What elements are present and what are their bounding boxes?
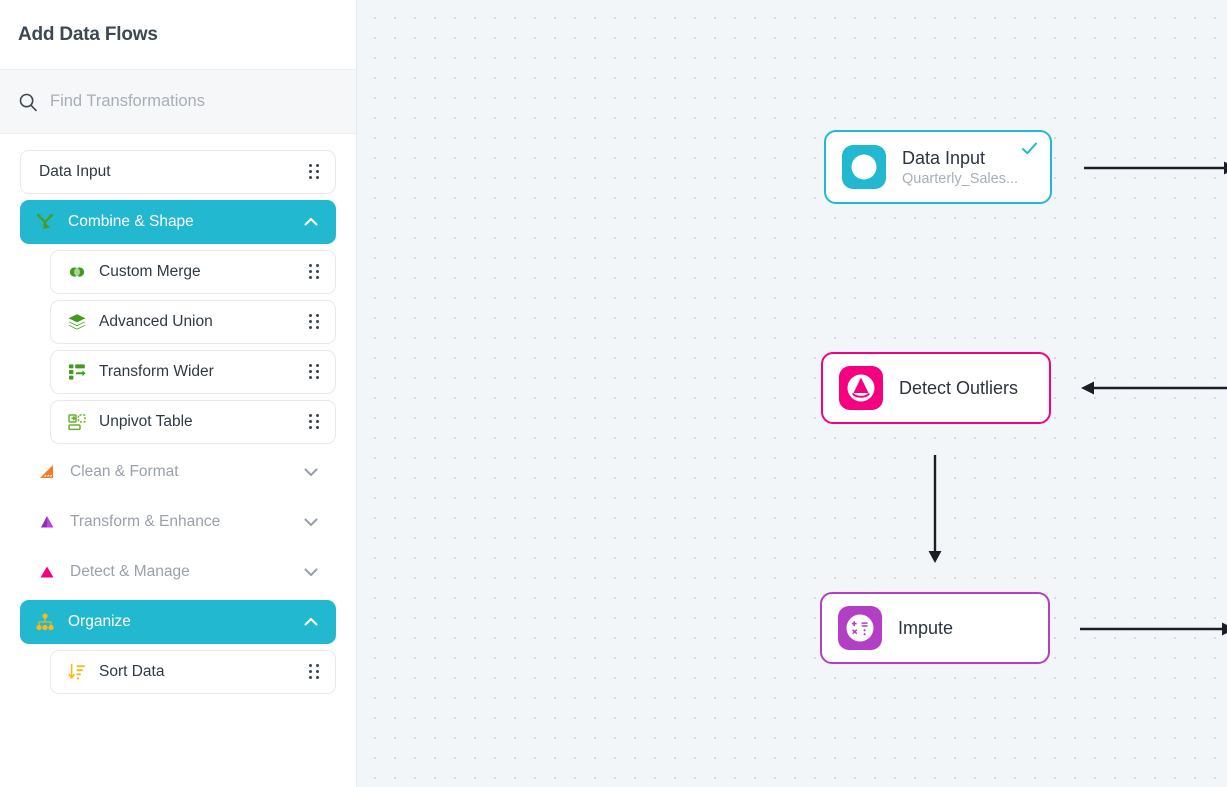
- drag-handle-icon[interactable]: [309, 314, 321, 330]
- flow-node-subtitle: Quarterly_Sales...: [902, 171, 1018, 187]
- layers-stack-icon: [67, 312, 87, 332]
- transformations-tree: Data Input Combine & Shape: [0, 134, 356, 710]
- hierarchy-icon: [34, 611, 56, 633]
- flow-node-detect-outliers[interactable]: Detect Outliers: [821, 352, 1051, 424]
- sort-descending-icon: [67, 662, 87, 682]
- ruler-triangle-icon: [36, 461, 58, 483]
- venn-merge-icon: [67, 262, 87, 282]
- search-bar[interactable]: [0, 70, 356, 134]
- sidebar-item-data-input[interactable]: Data Input: [20, 150, 336, 194]
- sidebar-category-label: Detect & Manage: [70, 563, 290, 581]
- edge-transform-wider-to-detect-outliers: [1081, 379, 1227, 397]
- flow-node-text: Data Input Quarterly_Sales...: [902, 147, 1018, 187]
- sidebar-category-clean-and-format[interactable]: Clean & Format: [20, 450, 336, 494]
- flow-node-title: Data Input: [902, 147, 1018, 170]
- sidebar-category-organize[interactable]: Organize: [20, 600, 336, 644]
- drag-handle-icon[interactable]: [309, 414, 321, 430]
- sidebar-category-label: Clean & Format: [70, 463, 290, 481]
- flow-node-title: Impute: [898, 617, 953, 640]
- drag-handle-icon[interactable]: [309, 264, 321, 280]
- flow-node-impute[interactable]: Impute: [820, 592, 1050, 664]
- panel-header: Add Data Flows: [0, 0, 356, 70]
- page-title: Add Data Flows: [18, 24, 158, 46]
- pivot-wider-icon: [67, 362, 87, 382]
- edge-data-input-to-text-cleanup: [1084, 159, 1227, 177]
- drag-handle-icon[interactable]: [309, 364, 321, 380]
- sidebar-category-label: Organize: [68, 613, 290, 631]
- sidebar-children-combine-and-shape: Custom Merge Advanced Union: [20, 250, 336, 444]
- sidebar-category-label: Combine & Shape: [68, 213, 290, 231]
- sidebar-item-label: Advanced Union: [99, 313, 297, 331]
- sidebar-item-label: Unpivot Table: [99, 413, 297, 431]
- sidebar-item-transform-wider[interactable]: Transform Wider: [50, 350, 336, 394]
- unpivot-table-icon: [67, 412, 87, 432]
- chevron-up-icon[interactable]: [302, 613, 320, 631]
- sidebar-item-label: Data Input: [39, 163, 309, 181]
- flow-node-title: Detect Outliers: [899, 377, 1018, 400]
- chevron-down-icon[interactable]: [302, 463, 320, 481]
- purple-prism-icon: [36, 511, 58, 533]
- flow-node-text: Impute: [898, 617, 953, 640]
- chevron-up-icon[interactable]: [302, 213, 320, 231]
- search-icon: [18, 92, 38, 112]
- sidebar-category-detect-and-manage[interactable]: Detect & Manage: [20, 550, 336, 594]
- sidebar-category-combine-and-shape[interactable]: Combine & Shape: [20, 200, 336, 244]
- search-input[interactable]: [50, 92, 330, 111]
- transformations-sidebar: Add Data Flows Data Input: [0, 0, 357, 787]
- calculator-icon: [838, 606, 882, 650]
- sidebar-item-unpivot-table[interactable]: Unpivot Table: [50, 400, 336, 444]
- flow-node-data-input[interactable]: Data Input Quarterly_Sales...: [824, 130, 1052, 204]
- pink-triangle-icon: [36, 561, 58, 583]
- sidebar-children-organize: Sort Data: [20, 650, 336, 694]
- app-root: Add Data Flows Data Input: [0, 0, 1227, 787]
- sidebar-item-sort-data[interactable]: Sort Data: [50, 650, 336, 694]
- sidebar-category-label: Transform & Enhance: [70, 513, 290, 531]
- edge-detect-outliers-to-impute: [926, 455, 944, 565]
- drag-handle-icon[interactable]: [309, 664, 321, 680]
- edge-impute-to-sort-data: [1080, 620, 1227, 638]
- sidebar-item-label: Sort Data: [99, 663, 297, 681]
- chevron-down-icon[interactable]: [302, 563, 320, 581]
- flow-node-text: Detect Outliers: [899, 377, 1018, 400]
- drag-handle-icon[interactable]: [309, 164, 321, 180]
- sidebar-item-label: Transform Wider: [99, 363, 297, 381]
- merge-branch-icon: [34, 211, 56, 233]
- outlier-cone-icon: [839, 366, 883, 410]
- sidebar-item-label: Custom Merge: [99, 263, 297, 281]
- chevron-down-icon[interactable]: [302, 513, 320, 531]
- flow-canvas[interactable]: Data Input Quarterly_Sales...: [357, 0, 1227, 787]
- sidebar-item-advanced-union[interactable]: Advanced Union: [50, 300, 336, 344]
- sidebar-category-transform-and-enhance[interactable]: Transform & Enhance: [20, 500, 336, 544]
- checkmark-icon: [1021, 140, 1038, 157]
- sidebar-item-custom-merge[interactable]: Custom Merge: [50, 250, 336, 294]
- circle-source-icon: [842, 145, 886, 189]
